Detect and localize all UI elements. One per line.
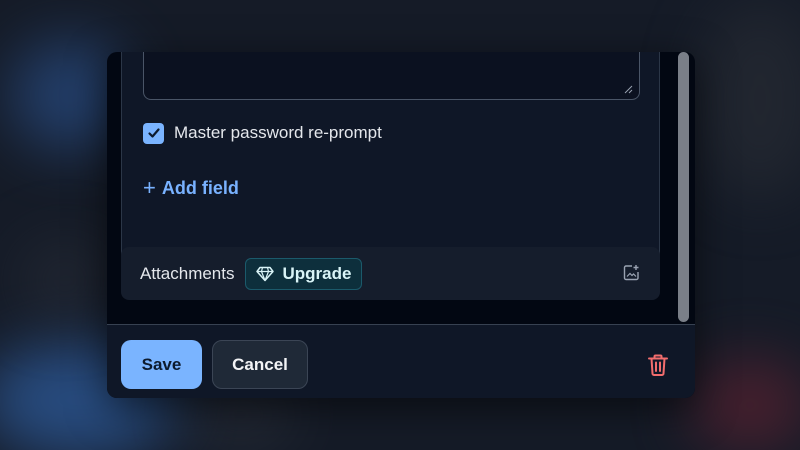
upgrade-badge[interactable]: Upgrade [244,257,363,290]
cancel-button[interactable]: Cancel [212,340,308,389]
dialog-footer: Save Cancel [107,325,695,398]
reprompt-checkbox-row[interactable]: Master password re-prompt [143,121,382,145]
plus-icon: + [143,175,156,200]
reprompt-label: Master password re-prompt [174,123,382,142]
add-attachment-icon[interactable] [623,264,640,281]
attachments-label: Attachments [140,263,235,283]
trash-icon[interactable] [646,353,670,377]
reprompt-checkbox[interactable] [143,122,164,144]
resize-grip-icon[interactable] [624,85,633,94]
item-edit-dialog: Master password re-prompt + Add field At… [107,52,695,398]
checkmark-icon [147,128,160,138]
add-field-button[interactable]: + Add field [143,177,239,199]
custom-fields-card: Master password re-prompt + Add field [121,52,660,273]
diamond-icon [255,266,274,282]
upgrade-label: Upgrade [282,263,352,283]
add-field-label: Add field [161,177,239,198]
notes-textarea[interactable] [143,52,640,100]
dialog-content: Master password re-prompt + Add field At… [107,52,695,324]
save-button[interactable]: Save [121,340,202,389]
attachments-row: Attachments Upgrade [121,247,660,300]
scrollbar-thumb[interactable] [678,52,689,322]
